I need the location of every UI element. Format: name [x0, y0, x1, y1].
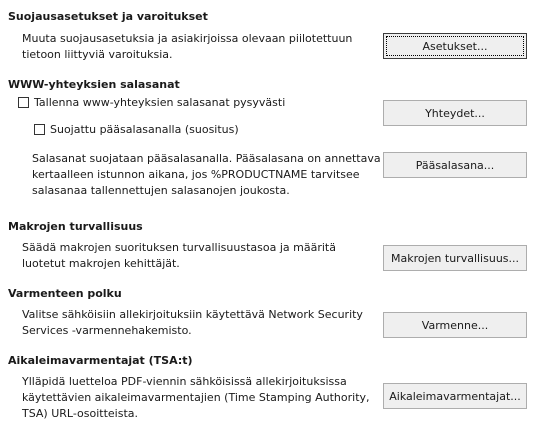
persist-passwords-checkbox[interactable]	[18, 97, 29, 108]
tsa-description-line-1: Ylläpidä luetteloa PDF-viennin sähköisis…	[22, 375, 347, 388]
security-options-heading: Suojausasetukset ja varoitukset	[8, 10, 208, 23]
tsa-description-line-3: TSA) URL-osoitteista.	[22, 407, 138, 420]
certificate-path-description-line-1: Valitse sähköisiin allekirjoituksiin käy…	[22, 308, 363, 321]
macro-security-button[interactable]: Makrojen turvallisuus...	[383, 245, 527, 271]
macro-security-description-line-2: luotetut makrojen kehittäjät.	[22, 257, 180, 270]
master-password-description-line-2: kertaalleen istunnon aikana, jos %PRODUC…	[32, 168, 360, 181]
master-password-description-line-3: salasanaa tallennettujen salasanojen jou…	[32, 184, 290, 197]
macro-security-description-line-1: Säädä makrojen suorituksen turvallisuust…	[22, 241, 336, 254]
security-options-description-line-2: tietoon liittyviä varoituksia.	[22, 48, 173, 61]
master-password-option[interactable]: Suojattu pääsalasanalla (suositus)	[34, 123, 239, 136]
tsa-button[interactable]: Aikaleimavarmentajat...	[383, 383, 527, 409]
certificate-path-description: Valitse sähköisiin allekirjoituksiin käy…	[22, 307, 363, 339]
macro-security-heading: Makrojen turvallisuus	[8, 220, 143, 233]
persist-passwords-label: Tallenna www-yhteyksien salasanat pysyvä…	[34, 96, 286, 109]
connections-button[interactable]: Yhteydet...	[383, 100, 527, 126]
persist-passwords-option[interactable]: Tallenna www-yhteyksien salasanat pysyvä…	[18, 96, 285, 109]
tsa-description-line-2: käytettävien aikaleimavarmentajien (Time…	[22, 391, 370, 404]
master-password-checkbox[interactable]	[34, 124, 45, 135]
security-options-button[interactable]: Asetukset...	[383, 33, 527, 59]
master-password-description-line-1: Salasanat suojataan pääsalasanalla. Pääs…	[32, 152, 381, 165]
master-password-button[interactable]: Pääsalasana...	[383, 152, 527, 178]
tsa-description: Ylläpidä luetteloa PDF-viennin sähköisis…	[22, 374, 370, 422]
certificate-path-description-line-2: Services -varmennehakemisto.	[22, 324, 192, 337]
master-password-checkbox-label: Suojattu pääsalasanalla (suositus)	[50, 123, 239, 136]
macro-security-description: Säädä makrojen suorituksen turvallisuust…	[22, 240, 336, 272]
tsa-heading: Aikaleimavarmentajat (TSA:t)	[8, 354, 193, 367]
certificate-button[interactable]: Varmenne...	[383, 312, 527, 338]
security-options-description-line-1: Muuta suojausasetuksia ja asiakirjoissa …	[22, 32, 353, 45]
certificate-path-heading: Varmenteen polku	[8, 287, 122, 300]
master-password-description: Salasanat suojataan pääsalasanalla. Pääs…	[32, 151, 381, 199]
security-options-description: Muuta suojausasetuksia ja asiakirjoissa …	[22, 31, 352, 63]
web-passwords-heading: WWW-yhteyksien salasanat	[8, 78, 180, 91]
